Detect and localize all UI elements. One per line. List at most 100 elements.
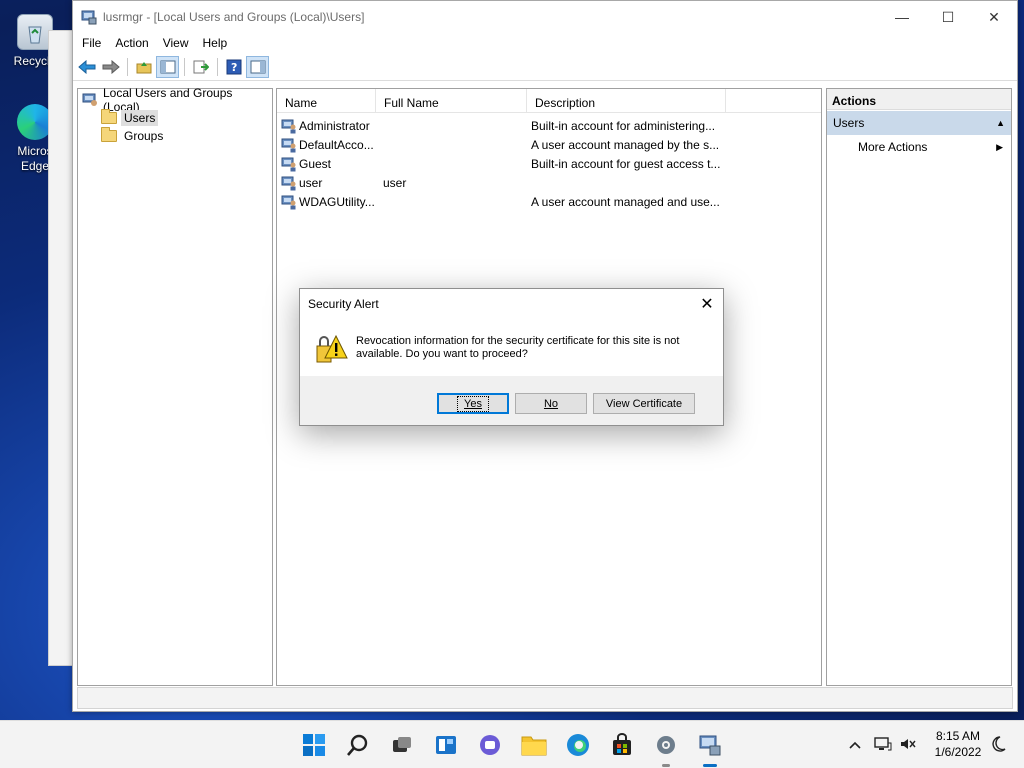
export-icon	[193, 60, 209, 73]
table-row[interactable]: Guest Built-in account for guest access t…	[277, 154, 821, 173]
computer-management-icon	[81, 9, 97, 25]
console-tree: Local Users and Groups (Local) Users Gro…	[77, 86, 273, 686]
volume-muted-icon[interactable]	[900, 736, 916, 755]
file-explorer-button[interactable]	[520, 731, 548, 759]
task-view-button[interactable]	[388, 731, 416, 759]
list-rows: Administrator Built-in account for admini…	[277, 113, 821, 211]
widgets-button[interactable]	[432, 731, 460, 759]
edge-icon	[567, 734, 589, 756]
menu-help[interactable]: Help	[196, 36, 235, 50]
tree-item-label: Users	[121, 110, 159, 126]
computer-management-taskbar-button[interactable]	[696, 731, 724, 767]
svg-text:?: ?	[231, 61, 237, 74]
title-bar[interactable]: lusrmgr - [Local Users and Groups (Local…	[73, 1, 1017, 33]
tree-item-label: Groups	[124, 129, 164, 143]
windows-logo-icon	[303, 734, 325, 756]
dialog-message: Revocation information for the security …	[356, 335, 680, 360]
column-header-name[interactable]: Name	[277, 89, 376, 112]
toolbar-separator	[217, 57, 218, 76]
folder-icon	[521, 736, 547, 756]
menu-file[interactable]: File	[75, 36, 108, 50]
more-actions-item[interactable]: More Actions ▶	[827, 135, 1011, 159]
store-button[interactable]	[608, 731, 636, 759]
actions-section-label: Users	[833, 116, 865, 130]
toolbar: ?	[73, 53, 1017, 81]
export-list-button[interactable]	[189, 56, 212, 78]
actions-header: Actions	[827, 89, 1011, 110]
edge-button[interactable]	[564, 731, 592, 759]
folder-icon	[101, 127, 117, 142]
search-button[interactable]	[344, 731, 372, 759]
more-actions-label: More Actions	[858, 140, 928, 154]
taskbar: 8:15 AM 1/6/2022	[0, 720, 1024, 768]
taskbar-clock[interactable]: 8:15 AM 1/6/2022	[924, 728, 992, 760]
close-button[interactable]: ✕	[971, 1, 1017, 33]
computer-management-icon	[699, 735, 721, 756]
task-view-icon	[393, 737, 411, 752]
cell-full-name: user	[383, 175, 407, 190]
up-one-level-button[interactable]	[132, 56, 155, 78]
table-row[interactable]: DefaultAcco... A user account managed by …	[277, 135, 821, 154]
cell-name: DefaultAcco...	[299, 137, 374, 152]
running-indicator	[662, 764, 670, 767]
clock-date: 1/6/2022	[934, 745, 982, 759]
cell-description: Built-in account for administering...	[531, 118, 716, 133]
network-icon[interactable]	[874, 736, 892, 755]
store-bag-icon	[613, 733, 631, 755]
table-row[interactable]: user user	[277, 173, 821, 192]
actions-section-users[interactable]: Users ▲	[827, 111, 1011, 135]
dialog-title-bar[interactable]: Security Alert ✕	[300, 289, 723, 318]
actions-pane: Actions Users ▲ More Actions ▶	[826, 88, 1012, 686]
column-header-description[interactable]: Description	[527, 89, 726, 112]
start-button[interactable]	[300, 731, 328, 759]
column-header-full-name[interactable]: Full Name	[376, 89, 527, 112]
folder-icon	[101, 109, 117, 124]
back-arrow-icon	[77, 59, 95, 74]
dialog-buttons: Yes No View Certificate	[431, 393, 695, 414]
help-icon: ?	[226, 59, 241, 74]
table-row[interactable]: Administrator Built-in account for admini…	[277, 116, 821, 135]
list-header: Name Full Name Description	[277, 89, 821, 113]
settings-button[interactable]	[652, 731, 680, 767]
user-account-icon	[281, 194, 297, 210]
status-bar	[77, 687, 1013, 709]
toolbar-separator	[184, 57, 185, 76]
cell-description: A user account managed and use...	[531, 194, 720, 209]
view-certificate-button[interactable]: View Certificate	[593, 393, 695, 414]
chat-icon	[480, 735, 500, 755]
folder-up-icon	[136, 61, 151, 73]
window-title: lusrmgr - [Local Users and Groups (Local…	[103, 10, 365, 24]
cell-name: user	[299, 175, 323, 190]
tree-root[interactable]: Local Users and Groups (Local)	[78, 86, 272, 114]
tray-overflow-chevron-icon[interactable]	[846, 738, 864, 752]
user-account-icon	[281, 118, 297, 134]
cell-name: Administrator	[299, 118, 370, 133]
dialog-body: Revocation information for the security …	[300, 318, 723, 376]
dialog-title: Security Alert	[308, 296, 379, 311]
back-button[interactable]	[75, 56, 98, 78]
menu-action[interactable]: Action	[108, 36, 155, 50]
cell-description: A user account managed by the s...	[531, 137, 720, 152]
no-button[interactable]: No	[515, 393, 587, 414]
show-hide-action-pane-button[interactable]	[246, 55, 269, 78]
table-row[interactable]: WDAGUtility... A user account managed and…	[277, 192, 821, 211]
minimize-button[interactable]: —	[879, 1, 925, 33]
view-certificate-button-label: View Certificate	[605, 397, 683, 410]
dialog-close-button[interactable]: ✕	[691, 289, 723, 318]
focus-assist-moon-icon[interactable]	[990, 735, 1006, 756]
menu-view[interactable]: View	[156, 36, 196, 50]
forward-arrow-icon	[102, 59, 120, 74]
forward-button[interactable]	[99, 56, 122, 78]
user-account-icon	[281, 137, 297, 153]
security-alert-dialog: Security Alert ✕ Revocation information …	[299, 288, 724, 426]
show-hide-tree-button[interactable]	[156, 55, 179, 78]
tree-item-groups[interactable]: Groups	[78, 127, 272, 145]
chat-button[interactable]	[476, 731, 504, 759]
running-indicator	[703, 764, 717, 767]
no-button-label: No	[543, 397, 559, 410]
help-button[interactable]: ?	[222, 56, 245, 78]
widgets-icon	[436, 736, 456, 754]
yes-button[interactable]: Yes	[437, 393, 509, 414]
user-account-icon	[281, 175, 297, 191]
maximize-button[interactable]: ☐	[925, 1, 971, 33]
